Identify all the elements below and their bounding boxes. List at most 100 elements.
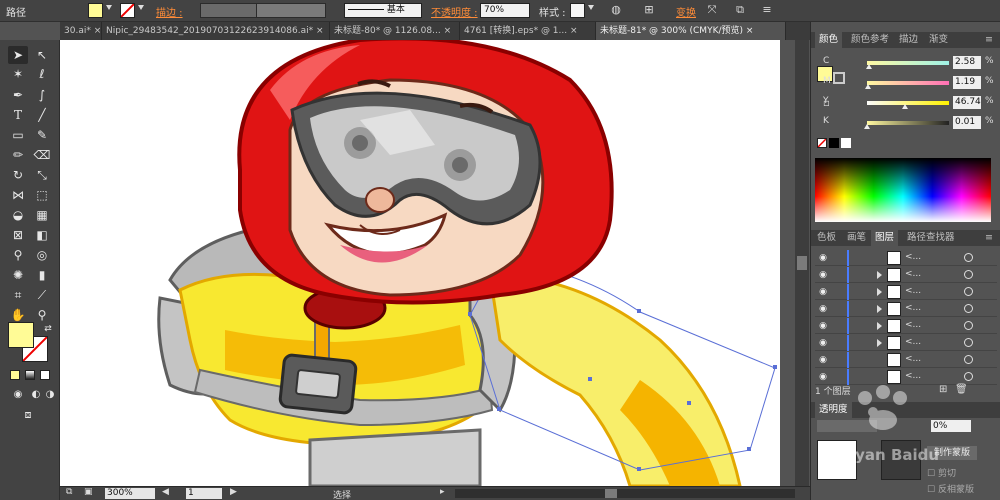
layers-panel-menu-icon[interactable]: ≡ <box>981 230 997 246</box>
perspective-grid-tool-icon[interactable]: ▦ <box>32 206 52 224</box>
screen-mode-icon[interactable]: ⧈ <box>18 406 38 424</box>
expand-arrow-icon[interactable] <box>877 305 882 313</box>
layer-row[interactable]: ◉ <... <box>815 318 997 334</box>
none-swatch[interactable] <box>817 138 827 148</box>
panel-menu-icon[interactable]: ≡ <box>760 3 774 17</box>
eraser-tool-icon[interactable]: ⌫ <box>32 146 52 164</box>
tab-untitled-80[interactable]: 未标题-80* @ 1126.08... × <box>330 22 460 40</box>
target-circle-icon[interactable] <box>964 287 973 296</box>
visibility-eye-icon[interactable]: ◉ <box>817 269 829 281</box>
target-circle-icon[interactable] <box>964 304 973 313</box>
color-panel-menu-icon[interactable]: ≡ <box>981 32 997 48</box>
black-slider-track[interactable] <box>867 121 949 125</box>
style-dropdown-caret[interactable] <box>588 5 594 10</box>
none-mode-icon[interactable] <box>40 370 50 380</box>
fill-swatch[interactable] <box>88 3 103 18</box>
tab-layers[interactable]: 图层 <box>871 230 899 246</box>
invert-mask-checkbox[interactable]: ☐ 反相蒙版 <box>927 482 974 495</box>
scale-tool-icon[interactable]: ⤡ <box>32 166 52 184</box>
artboard-number-field[interactable]: 1 <box>186 488 222 499</box>
stroke-dropdown-caret[interactable] <box>138 5 144 10</box>
visibility-eye-icon[interactable]: ◉ <box>817 286 829 298</box>
black-value-field[interactable]: 0.01 <box>953 116 981 129</box>
draw-inside-icon[interactable]: ◑ <box>40 386 60 404</box>
scroll-thumb[interactable] <box>797 256 807 270</box>
hscroll-thumb[interactable] <box>605 489 617 498</box>
pen-tool-icon[interactable]: ✒ <box>8 86 28 104</box>
visibility-eye-icon[interactable]: ◉ <box>817 303 829 315</box>
target-circle-icon[interactable] <box>964 321 973 330</box>
tab-4761-eps[interactable]: 4761 [转换].eps* @ 1... × <box>460 22 596 40</box>
cyan-slider-track[interactable] <box>867 61 949 65</box>
curvature-tool-icon[interactable]: ∫ <box>32 86 52 104</box>
layer-row[interactable]: ◉ <... <box>815 284 997 300</box>
fill-dropdown-caret[interactable] <box>106 5 112 10</box>
prev-artboard-icon[interactable]: ◀ <box>162 487 169 497</box>
visibility-eye-icon[interactable]: ◉ <box>817 354 829 366</box>
expand-arrow-icon[interactable] <box>877 322 882 330</box>
white-swatch[interactable] <box>841 138 851 148</box>
status-mode-text[interactable]: 选择 <box>333 488 351 500</box>
visibility-eye-icon[interactable]: ◉ <box>817 252 829 264</box>
variable-width-dropdown[interactable] <box>256 3 326 18</box>
layer-row[interactable]: ◉ <... <box>815 352 997 368</box>
magenta-slider-track[interactable] <box>867 81 949 85</box>
artboard[interactable] <box>60 40 780 486</box>
layer-row[interactable]: ◉ <... <box>815 267 997 283</box>
expand-arrow-icon[interactable] <box>877 288 882 296</box>
paintbrush-tool-icon[interactable]: ✎ <box>32 126 52 144</box>
visibility-eye-icon[interactable]: ◉ <box>817 337 829 349</box>
target-circle-icon[interactable] <box>964 253 973 262</box>
target-circle-icon[interactable] <box>964 338 973 347</box>
draw-mode-icon[interactable]: ◉ <box>8 386 28 404</box>
zoom-field[interactable]: 300% <box>105 488 155 499</box>
magic-wand-tool-icon[interactable]: ✶ <box>8 65 28 83</box>
view-icon[interactable]: ▣ <box>84 487 93 497</box>
tab-color[interactable]: 颜色 <box>815 32 843 48</box>
expand-arrow-icon[interactable] <box>877 339 882 347</box>
rotate-tool-icon[interactable]: ↻ <box>8 166 28 184</box>
layer-row[interactable]: ◉ <... <box>815 301 997 317</box>
cyan-slider-knob[interactable] <box>866 64 873 69</box>
tab-brushes[interactable]: 画笔 <box>843 230 870 246</box>
shape-builder-tool-icon[interactable]: ◒ <box>8 206 28 224</box>
mesh-tool-icon[interactable]: ⊠ <box>8 226 28 244</box>
cartoon-illustration[interactable] <box>60 40 780 486</box>
fill-color-box[interactable] <box>8 322 34 348</box>
color-spectrum[interactable] <box>815 158 991 222</box>
layer-row[interactable]: ◉ <... <box>815 250 997 266</box>
line-tool-icon[interactable]: ╱ <box>32 106 52 124</box>
graphic-style-swatch[interactable] <box>570 3 585 18</box>
stroke-label[interactable]: 描边 : <box>156 4 183 19</box>
tab-gradient[interactable]: 渐变 <box>925 32 952 48</box>
opacity-label[interactable]: 不透明度 : <box>431 4 478 19</box>
brush-definition-dropdown[interactable]: 基本 <box>344 3 422 18</box>
black-slider-knob[interactable] <box>864 124 870 129</box>
eyedropper-tool-icon[interactable]: ⚲ <box>8 246 28 264</box>
status-menu-caret[interactable]: ▸ <box>440 487 445 497</box>
color-mode-icon[interactable] <box>10 370 20 380</box>
swap-fill-stroke-icon[interactable]: ⇄ <box>38 320 58 338</box>
blend-tool-icon[interactable]: ◎ <box>32 246 52 264</box>
gradient-tool-icon[interactable]: ◧ <box>32 226 52 244</box>
tab-30-ai[interactable]: 30.ai* × <box>60 22 102 40</box>
magenta-slider-knob[interactable] <box>864 84 871 89</box>
artboard-nav-icon[interactable]: ⧉ <box>66 487 72 497</box>
opacity-field[interactable]: 70% <box>480 3 530 18</box>
yellow-slider-knob[interactable] <box>902 104 909 109</box>
isolate-icon[interactable]: ⤧ <box>705 3 719 17</box>
artboard-tool-icon[interactable]: ⌗ <box>8 286 28 304</box>
target-circle-icon[interactable] <box>964 372 973 381</box>
tab-color-guide[interactable]: 颜色参考 <box>847 32 893 48</box>
tab-nipic[interactable]: Nipic_29483542_20190703122623914086.ai* … <box>102 22 330 40</box>
stroke-swatch[interactable] <box>120 3 135 18</box>
pencil-tool-icon[interactable]: ✏ <box>8 146 28 164</box>
horizontal-scrollbar[interactable] <box>455 489 795 498</box>
expand-arrow-icon[interactable] <box>877 271 882 279</box>
lasso-tool-icon[interactable]: ℓ <box>32 65 52 83</box>
arrange-icon[interactable]: ⧉ <box>733 3 747 17</box>
cyan-value-field[interactable]: 2.58 <box>953 56 981 69</box>
tab-stroke[interactable]: 描边 <box>895 32 922 48</box>
visibility-eye-icon[interactable]: ◉ <box>817 320 829 332</box>
tab-swatches[interactable]: 色板 <box>813 230 840 246</box>
